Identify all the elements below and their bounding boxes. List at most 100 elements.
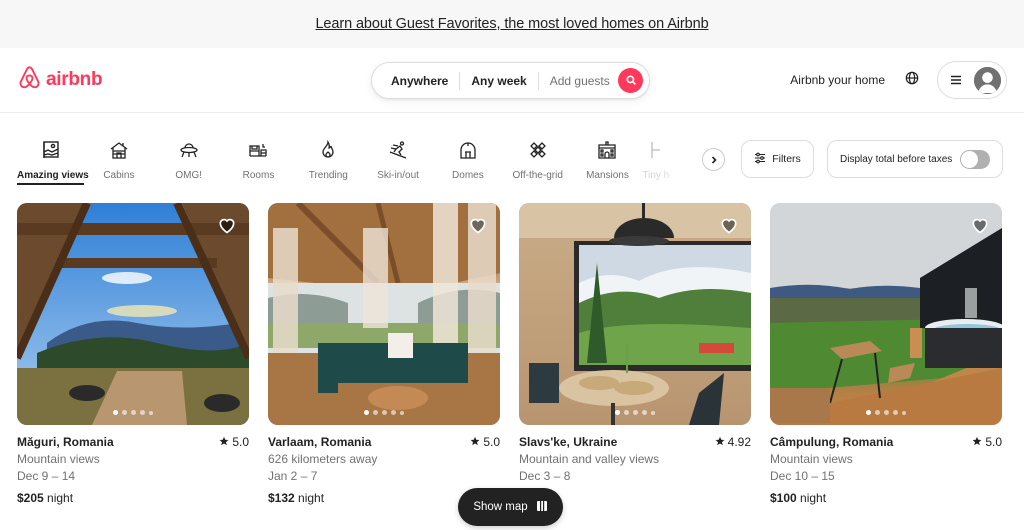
listing-card[interactable]: Varlaam, Romania 5.0 626 kilometers away… [268,203,500,505]
off-grid-icon [526,138,550,162]
price-amount: $205 [17,491,44,505]
pagination-dot[interactable] [902,410,906,415]
heart-icon [719,215,739,235]
pagination-dot[interactable] [391,410,396,415]
wishlist-heart-button[interactable] [719,215,739,235]
listing-photo[interactable] [268,203,500,425]
listing-dates: Dec 10 – 15 [770,469,835,483]
tax-toggle-switch[interactable] [960,149,990,169]
listing-rating: 5.0 [470,435,500,449]
listing-photo[interactable] [519,203,751,425]
heart-icon [217,215,237,235]
category-ski-in-out[interactable]: Ski-in/out [363,132,433,186]
pagination-dot[interactable] [615,410,620,415]
pagination-dot[interactable] [400,410,404,415]
wishlist-heart-button[interactable] [970,215,990,235]
price-amount: $132 [268,491,295,505]
listing-location: Măguri, Romania [17,435,114,449]
search-button[interactable] [618,68,643,93]
search-when[interactable]: Any week [460,74,537,88]
category-cabins[interactable]: Cabins [84,132,154,186]
category-amazing-views[interactable]: Amazing views [17,132,89,186]
logo-text: airbnb [46,69,103,90]
user-menu-button[interactable] [937,61,1007,99]
hamburger-icon [950,74,962,86]
category-mansions[interactable]: Mansions [573,132,643,186]
show-map-label: Show map [473,501,528,513]
category-rooms[interactable]: Rooms [224,132,294,186]
wishlist-heart-button[interactable] [217,215,237,235]
category-off-the-grid[interactable]: Off-the-grid [503,132,573,186]
pagination-dot[interactable] [651,410,655,415]
pagination-dot[interactable] [113,410,118,415]
listing-subtitle: Mountain views [770,452,853,466]
categories-next-button[interactable] [702,148,725,171]
search-bar[interactable]: Anywhere Any week Add guests [371,62,650,99]
pagination-dot[interactable] [382,410,387,415]
listing-card[interactable]: Măguri, Romania 5.0 Mountain views Dec 9… [17,203,249,505]
listing-photo-scene [268,203,500,425]
star-icon [470,435,480,449]
header: airbnb Anywhere Any week Add guests Airb… [0,48,1024,113]
listing-price: $100 night [770,491,1002,505]
category-label: Rooms [242,170,275,181]
listing-card[interactable]: Slavs'ke, Ukraine 4.92 Mountain and vall… [519,203,751,505]
pagination-dot[interactable] [893,410,898,415]
tax-toggle-label: Display total before taxes [840,153,953,165]
listing-card[interactable]: Câmpulung, Romania 5.0 Mountain views De… [770,203,1002,505]
listing-photo[interactable] [770,203,1002,425]
search-where[interactable]: Anywhere [380,74,459,88]
category-trending[interactable]: Trending [293,132,363,186]
star-icon [715,435,725,449]
pagination-dot[interactable] [875,410,880,415]
pagination-dot[interactable] [122,410,127,415]
language-button[interactable] [897,65,927,95]
pagination-dot[interactable] [624,410,629,415]
category-label: Amazing views [17,170,89,181]
listing-subtitle: Mountain views [17,452,100,466]
pagination-dot[interactable] [140,410,145,415]
price-unit: night [298,491,325,505]
ufo-icon [177,138,201,162]
pagination-dot[interactable] [149,410,153,415]
filters-button[interactable]: Filters [741,140,814,178]
guest-favorites-link[interactable]: Learn about Guest Favorites, the most lo… [315,16,708,32]
listing-photo[interactable] [17,203,249,425]
pagination-dot[interactable] [373,410,378,415]
airbnb-logo[interactable]: airbnb [17,64,103,96]
star-icon [219,435,229,449]
rating-value: 4.92 [727,435,751,449]
flame-icon [316,138,340,162]
listing-info: Măguri, Romania 5.0 Mountain views Dec 9… [17,435,249,505]
header-actions: Airbnb your home [778,61,1007,99]
pagination-dot[interactable] [884,410,889,415]
cabin-icon [107,138,131,162]
rating-value: 5.0 [232,435,249,449]
pagination-dot[interactable] [642,410,647,415]
chevron-right-icon [710,151,718,169]
search-guests[interactable]: Add guests [539,74,621,88]
category-label: Ski-in/out [377,170,419,181]
category-label: Cabins [103,170,135,181]
announcement-banner: Learn about Guest Favorites, the most lo… [0,0,1024,48]
skier-icon [386,138,410,162]
photo-pagination [113,410,153,415]
listing-price: $205 night [17,491,249,505]
category-domes[interactable]: Domes [433,132,503,186]
pagination-dot[interactable] [866,410,871,415]
price-amount: $100 [770,491,797,505]
listing-dates: Dec 3 – 8 [519,469,571,483]
listing-photo-scene [770,203,1002,425]
category-omg[interactable]: OMG! [154,132,224,186]
pagination-dot[interactable] [633,410,638,415]
show-map-button[interactable]: Show map [458,488,563,526]
pagination-dot[interactable] [131,410,136,415]
airbnb-your-home-link[interactable]: Airbnb your home [778,73,897,87]
rating-value: 5.0 [483,435,500,449]
price-unit: night [800,491,827,505]
filters-label: Filters [772,153,801,165]
wishlist-heart-button[interactable] [468,215,488,235]
pagination-dot[interactable] [364,410,369,415]
listing-photo-scene [17,203,249,425]
heart-icon [970,215,990,235]
